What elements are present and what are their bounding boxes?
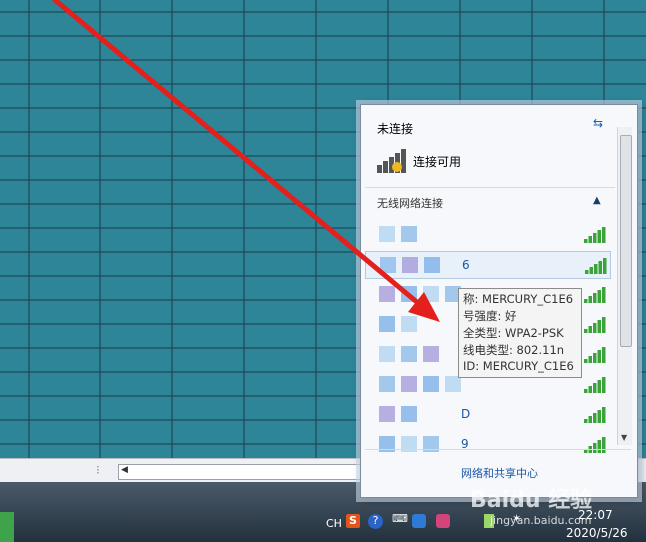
popup-scrollbar[interactable]: ▼ bbox=[617, 127, 632, 445]
tooltip-line: 称: MERCURY_C1E6 bbox=[463, 292, 574, 306]
network-item[interactable]: D bbox=[365, 401, 609, 427]
help-icon[interactable]: ? bbox=[368, 514, 383, 529]
watermark-url: jingyan.baidu.com bbox=[490, 514, 592, 527]
signal-strength-icon bbox=[584, 227, 606, 243]
blurred-network-name bbox=[380, 257, 446, 273]
app-tray-icon[interactable] bbox=[436, 514, 450, 528]
collapse-icon[interactable]: ▲ bbox=[593, 195, 601, 206]
blurred-network-name bbox=[379, 406, 423, 422]
signal-strength-icon bbox=[584, 347, 606, 363]
divider bbox=[365, 187, 615, 188]
signal-strength-icon bbox=[584, 437, 606, 453]
scroll-track[interactable] bbox=[118, 464, 364, 480]
wifi-available-icon bbox=[375, 147, 411, 173]
blurred-network-name bbox=[379, 346, 445, 362]
scrollbar-thumb[interactable] bbox=[620, 135, 632, 347]
keyboard-icon[interactable]: ⌨ bbox=[392, 512, 408, 525]
scroll-left-arrow-icon[interactable]: ◀ bbox=[121, 465, 128, 475]
network-name: D bbox=[461, 407, 471, 421]
tooltip-line: 线电类型: 802.11n bbox=[463, 343, 565, 357]
blurred-network-name bbox=[379, 376, 467, 392]
clock-date[interactable]: 2020/5/26 bbox=[566, 526, 628, 540]
split-handle-icon[interactable]: ⁝ bbox=[96, 463, 100, 477]
connection-status-title: 未连接 bbox=[377, 122, 414, 136]
connection-available-label: 连接可用 bbox=[413, 155, 462, 169]
signal-strength-icon bbox=[584, 317, 606, 333]
tooltip-line: 全类型: WPA2-PSK bbox=[463, 326, 564, 340]
network-sharing-center-link[interactable]: 网络和共享中心 bbox=[461, 465, 538, 481]
refresh-icon[interactable]: ⇆ bbox=[593, 116, 603, 130]
tooltip-line: ID: MERCURY_C1E6 bbox=[463, 359, 574, 373]
network-info-tooltip: 称: MERCURY_C1E6 号强度: 好 全类型: WPA2-PSK 线电类… bbox=[458, 288, 582, 378]
security-shield-icon[interactable] bbox=[412, 514, 426, 528]
network-item[interactable]: 9 bbox=[365, 431, 609, 457]
section-title: 无线网络连接 bbox=[377, 197, 443, 210]
scroll-down-icon[interactable]: ▼ bbox=[621, 433, 627, 442]
blurred-network-name bbox=[379, 286, 467, 302]
divider bbox=[365, 449, 631, 450]
watermark-brand: Baidu 经验 bbox=[470, 488, 593, 513]
blurred-network-name bbox=[379, 316, 423, 332]
taskbar-app-button[interactable] bbox=[0, 512, 14, 542]
network-name: 6 bbox=[462, 258, 470, 272]
signal-strength-icon bbox=[584, 287, 606, 303]
signal-strength-icon bbox=[584, 377, 606, 393]
network-item[interactable]: 6 bbox=[365, 251, 611, 279]
input-method-icon[interactable]: S bbox=[346, 514, 360, 528]
signal-strength-icon bbox=[585, 258, 607, 274]
signal-strength-icon bbox=[584, 407, 606, 423]
tooltip-line: 号强度: 好 bbox=[463, 309, 517, 323]
network-item[interactable] bbox=[365, 221, 609, 247]
blurred-network-name bbox=[379, 226, 423, 242]
language-indicator[interactable]: CH bbox=[326, 517, 342, 530]
